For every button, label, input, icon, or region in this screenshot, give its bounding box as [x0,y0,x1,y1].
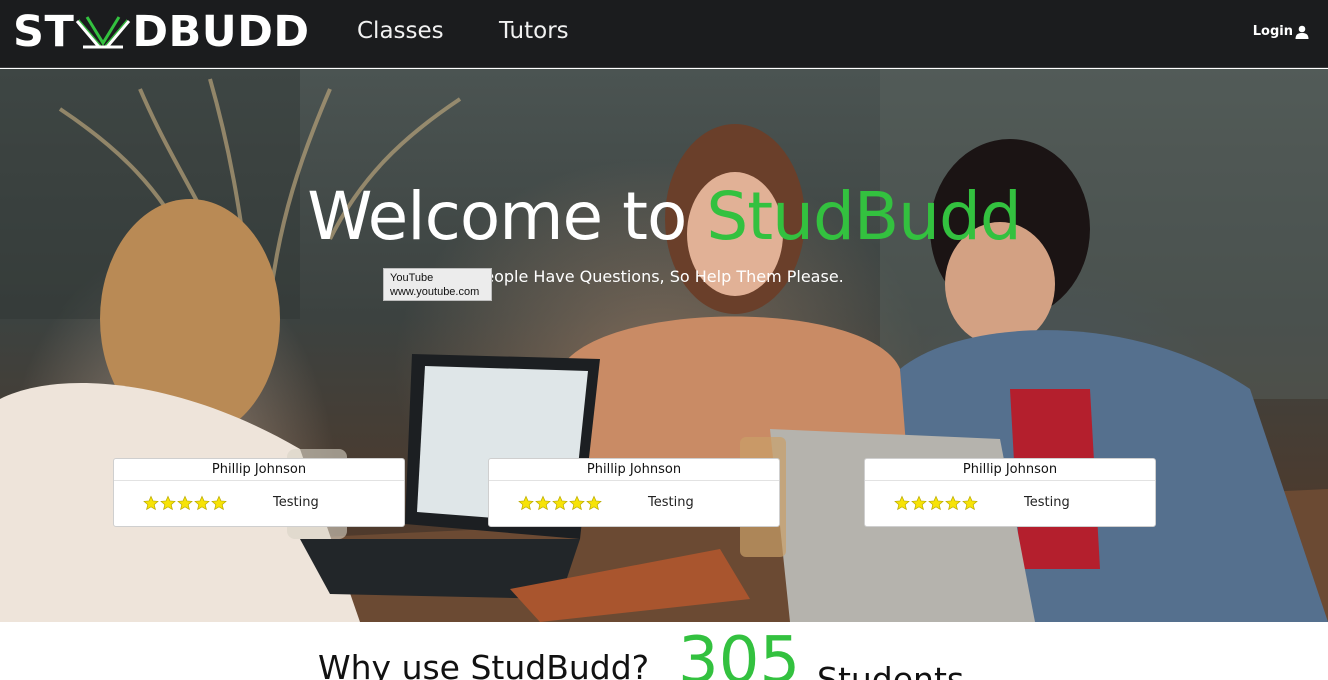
review-text: Testing [648,495,694,510]
review-card: Phillip Johnson Testing [113,458,405,527]
star-rating [518,495,602,511]
hero-section: Welcome to StudBudd eople Have Questions… [0,69,1328,622]
hero-title-brand: StudBudd [706,178,1021,255]
star-rating [894,495,978,511]
star-icon [911,495,927,511]
star-icon [177,495,193,511]
star-icon [945,495,961,511]
nav-link-tutors[interactable]: Tutors [499,16,569,46]
hero-subtitle: eople Have Questions, So Help Them Pleas… [484,267,844,286]
star-icon [194,495,210,511]
star-rating [143,495,227,511]
student-count: 305 [678,624,801,680]
star-icon [552,495,568,511]
tooltip-title: YouTube [390,272,434,284]
star-icon [518,495,534,511]
studbudd-logo[interactable]: ST DBUDD [13,8,310,56]
star-icon [894,495,910,511]
top-navbar: ST DBUDD Classes Tutors Login [0,0,1328,68]
star-icon [143,495,159,511]
review-text: Testing [273,495,319,510]
why-heading: Why use StudBudd? [318,648,650,680]
logo-text-left: ST [13,6,75,57]
open-book-icon [76,16,131,49]
review-card: Phillip Johnson Testing [488,458,780,527]
tooltip-url: www.youtube.com [390,286,480,298]
star-icon [535,495,551,511]
review-card: Phillip Johnson Testing [864,458,1156,527]
login-button[interactable]: Login [1253,24,1309,39]
user-icon [1295,25,1309,39]
student-count-label: Students [817,660,965,680]
review-author: Phillip Johnson [489,459,779,481]
star-icon [586,495,602,511]
star-icon [211,495,227,511]
hero-title-prefix: Welcome to [307,178,707,255]
hero-background-photo [0,69,1328,622]
login-label: Login [1252,24,1293,39]
hero-title: Welcome to StudBudd [0,177,1328,257]
star-icon [160,495,176,511]
star-icon [928,495,944,511]
logo-text-right: DBUDD [132,6,310,57]
nav-link-classes[interactable]: Classes [357,16,444,46]
link-tooltip: YouTube www.youtube.com [383,268,492,301]
review-text: Testing [1024,495,1070,510]
review-author: Phillip Johnson [114,459,404,481]
review-author: Phillip Johnson [865,459,1155,481]
star-icon [962,495,978,511]
star-icon [569,495,585,511]
